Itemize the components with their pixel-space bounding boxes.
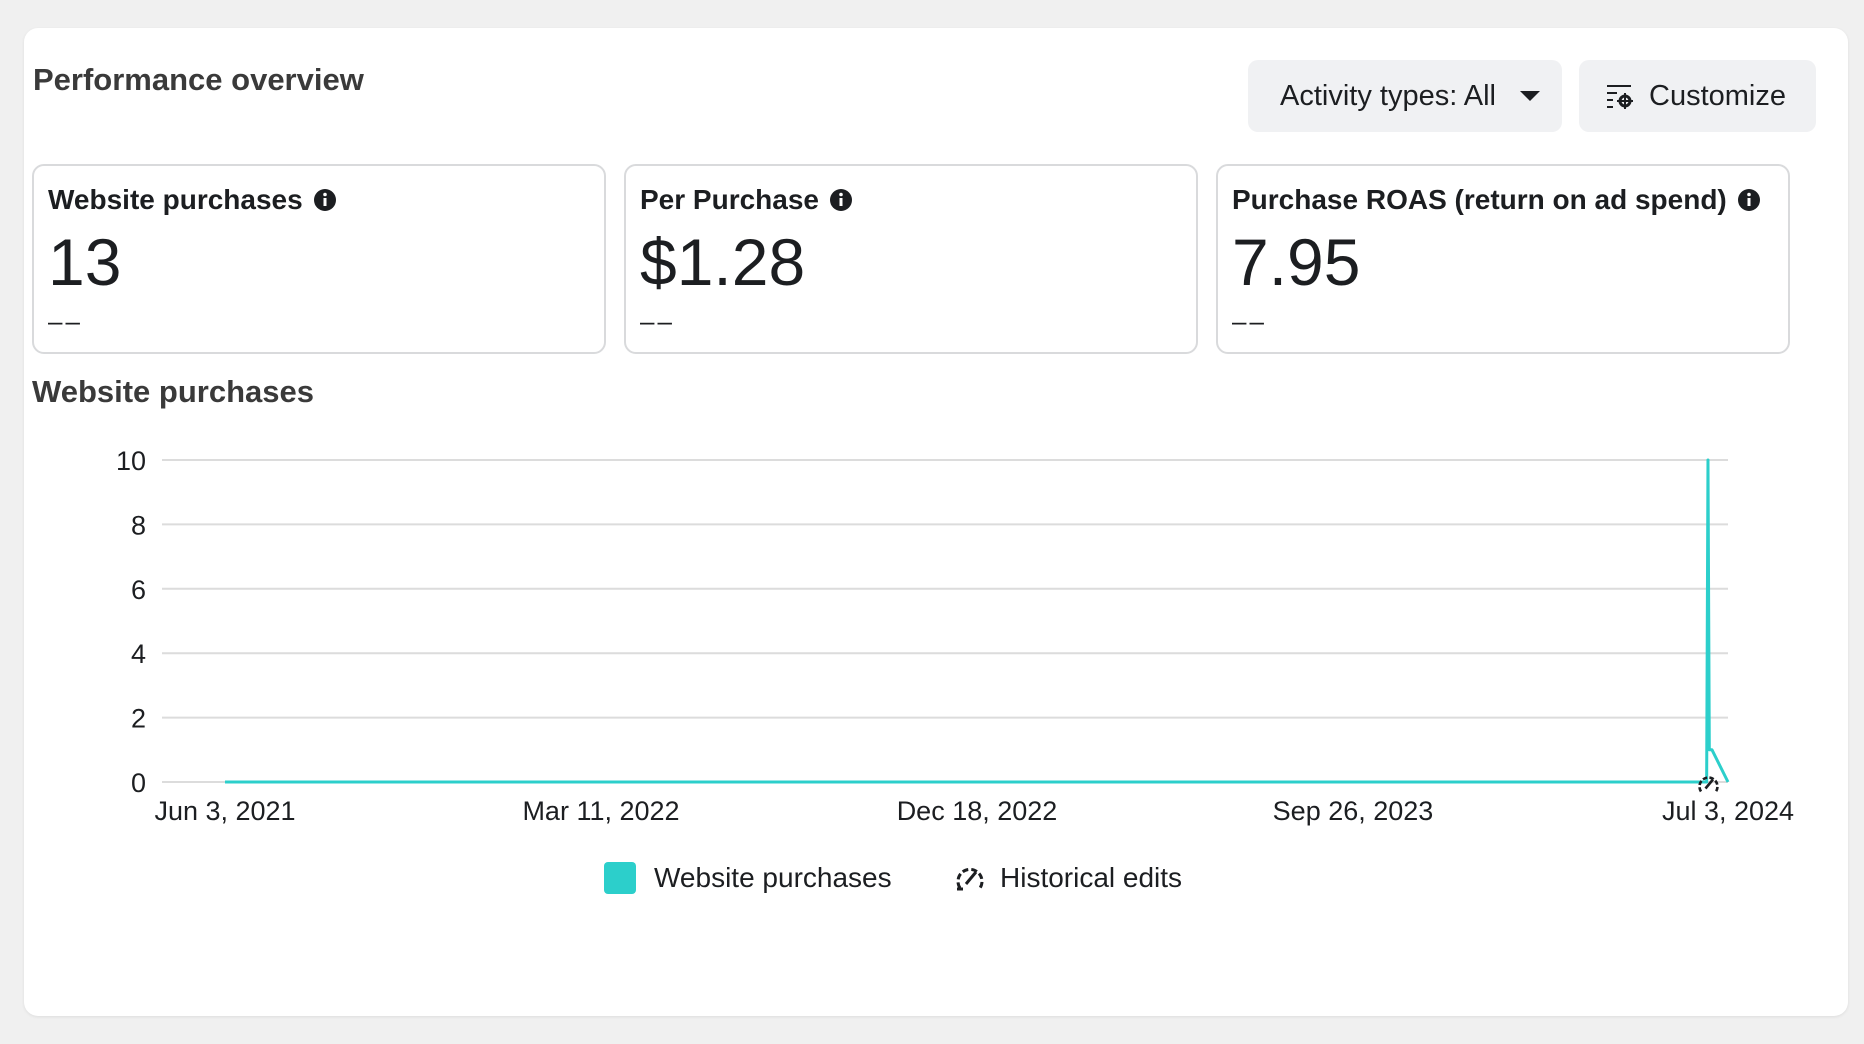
y-tick-label: 2 [131, 704, 146, 734]
x-tick-label: Mar 11, 2022 [522, 796, 679, 826]
x-tick-label: Sep 26, 2023 [1273, 796, 1434, 826]
series-line-website-purchases[interactable] [225, 458, 1730, 784]
x-tick-label: Jul 3, 2024 [1662, 796, 1794, 826]
x-tick-label: Dec 18, 2022 [897, 796, 1058, 826]
legend-label: Website purchases [654, 862, 892, 893]
y-tick-label: 6 [131, 575, 146, 605]
historical-edit-marker[interactable] [1698, 776, 1719, 793]
y-tick-label: 0 [131, 768, 146, 798]
legend-item-website-purchases[interactable]: Website purchases [604, 862, 892, 894]
y-tick-label: 4 [131, 639, 146, 669]
line-chart: 0 2 4 6 8 10 Jun 3, 2021 Mar 11, 2022 Dec 18, 20… [116, 446, 1794, 826]
legend-item-historical-edits[interactable]: Historical edits [952, 862, 1182, 894]
legend-swatch [604, 862, 636, 894]
y-tick-label: 8 [131, 510, 146, 540]
historical-edits-icon [956, 867, 984, 891]
y-tick-label: 10 [116, 446, 146, 476]
legend-label: Historical edits [1000, 862, 1183, 893]
x-tick-label: Jun 3, 2021 [154, 796, 295, 826]
